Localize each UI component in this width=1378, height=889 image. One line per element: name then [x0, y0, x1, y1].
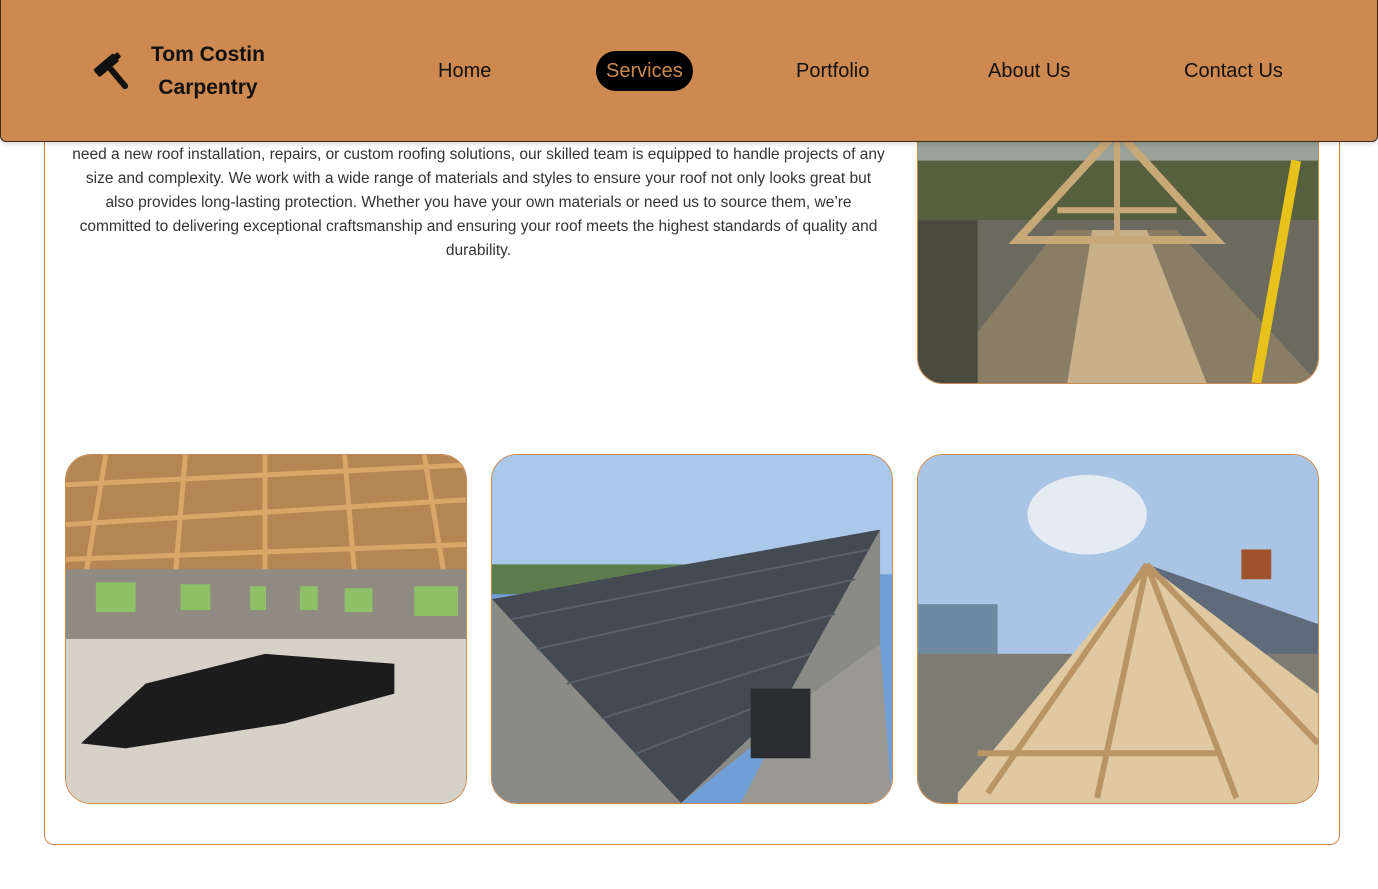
hip-roof-frame-photo	[917, 454, 1319, 804]
hammer-icon	[93, 52, 129, 90]
nav-home[interactable]: Home	[428, 51, 501, 91]
brand-name-line1: Tom Costin	[151, 43, 265, 66]
nav-services[interactable]: Services	[596, 51, 693, 91]
slate-roof-photo	[491, 454, 893, 804]
service-description: need a new roof installation, repairs, o…	[72, 146, 885, 259]
nav-contact-us[interactable]: Contact Us	[1174, 51, 1293, 91]
nav-portfolio[interactable]: Portfolio	[786, 51, 879, 91]
brand[interactable]: Tom Costin Carpentry	[91, 38, 265, 104]
brand-name-line2: Carpentry	[158, 76, 258, 99]
interior-trusses-photo	[65, 454, 467, 804]
roof-trusses-photo	[917, 100, 1319, 384]
site-header: Tom Costin Carpentry Home Services Portf…	[0, 0, 1378, 142]
brand-name: Tom Costin Carpentry	[151, 38, 265, 104]
nav-about-us[interactable]: About Us	[978, 51, 1080, 91]
